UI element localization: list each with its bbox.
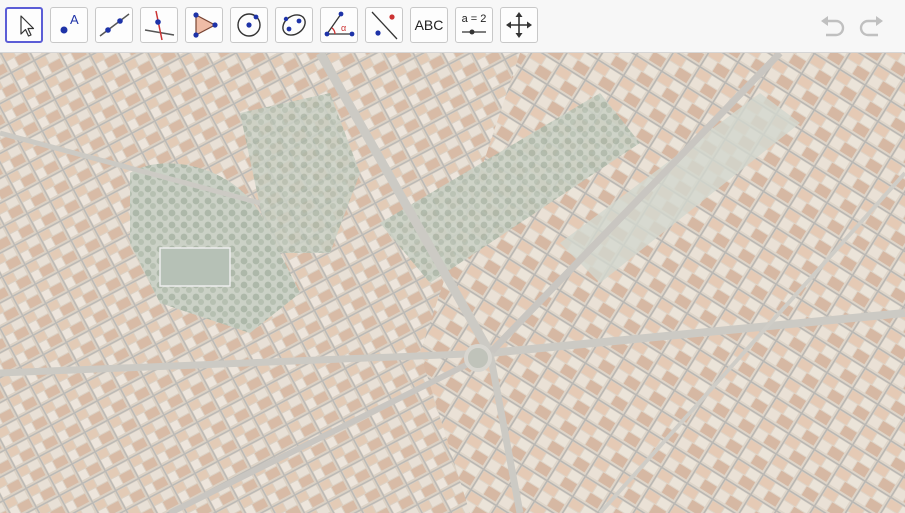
move-graphics-view-icon <box>506 12 532 38</box>
circle-tool-button[interactable] <box>230 7 268 43</box>
aerial-city-map-image[interactable] <box>0 53 905 513</box>
toolbar: A α ABC a = 2 <box>0 0 905 53</box>
slider-tool-button[interactable]: a = 2 <box>455 7 493 43</box>
point-with-label-icon: A <box>60 12 79 34</box>
ellipse-tool-button[interactable] <box>275 7 313 43</box>
text-tool-button[interactable]: ABC <box>410 7 448 43</box>
polygon-tool-button[interactable] <box>185 7 223 43</box>
ellipse-icon <box>282 14 306 36</box>
angle-tool-button[interactable]: α <box>320 7 358 43</box>
undo-icon[interactable] <box>818 13 848 41</box>
move-graphics-view-tool-button[interactable] <box>500 7 538 43</box>
svg-text:A: A <box>70 12 79 27</box>
perpendicular-line-tool-button[interactable] <box>140 7 178 43</box>
angle-icon: α <box>324 11 355 37</box>
text-icon: ABC <box>414 17 444 33</box>
svg-text:α: α <box>341 23 346 33</box>
perpendicular-line-icon <box>144 10 175 41</box>
reflect-about-line-icon <box>371 11 398 40</box>
circle-with-center-icon <box>237 13 261 37</box>
polygon-icon <box>193 12 218 38</box>
line-through-two-points-icon <box>99 13 130 37</box>
point-tool-button[interactable]: A <box>50 7 88 43</box>
redo-icon[interactable] <box>856 13 886 41</box>
line-tool-button[interactable] <box>95 7 133 43</box>
move-tool-button[interactable] <box>5 7 43 43</box>
cursor-arrow-icon <box>20 15 35 37</box>
reflect-tool-button[interactable] <box>365 7 403 43</box>
slider-icon <box>462 29 486 35</box>
